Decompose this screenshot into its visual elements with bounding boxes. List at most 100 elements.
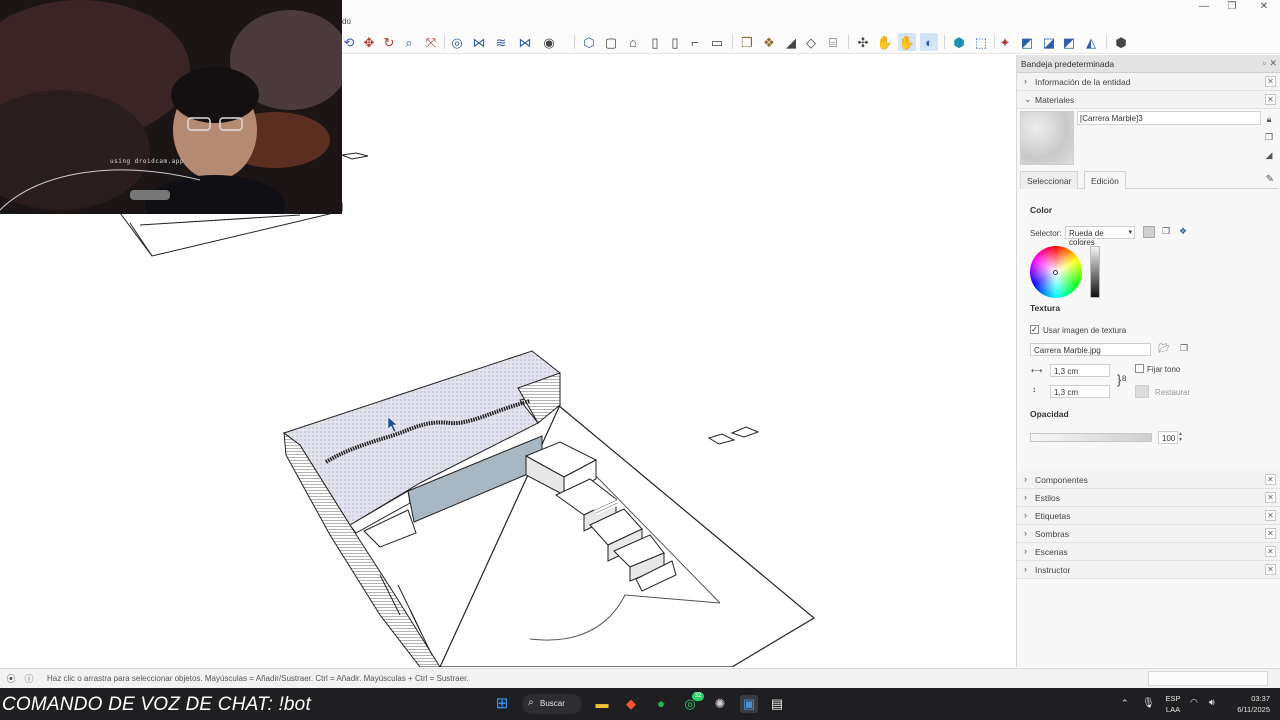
- close-tray-icon[interactable]: ✕: [1269, 58, 1277, 69]
- section-label: Instructor: [1035, 565, 1071, 575]
- close-panel-icon[interactable]: ✕: [1265, 76, 1276, 87]
- close-panel-icon[interactable]: ✕: [1265, 510, 1276, 521]
- folder-icon[interactable]: 📂︎: [1158, 343, 1170, 355]
- brave-browser-icon[interactable]: ◆: [622, 695, 640, 713]
- section-materials[interactable]: ⌄ Materiales ✕: [1017, 91, 1280, 109]
- fog-icon[interactable]: ◩: [1018, 33, 1036, 51]
- use-texture-checkbox[interactable]: ✓: [1030, 325, 1039, 334]
- close-panel-icon[interactable]: ✕: [1265, 474, 1276, 485]
- layout-icon[interactable]: ◇: [802, 33, 820, 51]
- dimensions-icon[interactable]: ◢: [782, 33, 800, 51]
- file-explorer-icon[interactable]: ▬: [593, 695, 611, 713]
- chatgpt-icon[interactable]: ✺: [711, 695, 729, 713]
- close-panel-icon[interactable]: ✕: [1265, 528, 1276, 539]
- tape-icon[interactable]: ❖: [760, 33, 778, 51]
- opacity-stepper[interactable]: ▴ ▾: [1179, 431, 1182, 443]
- views-front-icon[interactable]: ▢: [602, 33, 620, 51]
- section-shadows[interactable]: › Sombras ✕: [1017, 525, 1280, 543]
- layout-taskbar-icon[interactable]: ▤: [768, 695, 786, 713]
- outer-shell-icon[interactable]: ≋: [492, 33, 510, 51]
- sketchup-taskbar-icon[interactable]: ▣: [740, 695, 758, 713]
- texture-width-field[interactable]: 1,3 cm: [1050, 364, 1110, 377]
- clock-time[interactable]: 03:37: [1226, 694, 1270, 703]
- lock-icon[interactable]: 🔒︎: [1263, 114, 1275, 126]
- camera-icon[interactable]: ⋈: [516, 33, 534, 51]
- match-model-color-icon[interactable]: ❒: [1160, 226, 1172, 238]
- close-panel-icon[interactable]: ✕: [1265, 94, 1276, 105]
- language-top[interactable]: ESP: [1164, 694, 1182, 703]
- restore-button[interactable]: Restaurar: [1155, 388, 1190, 397]
- views-bottom-icon[interactable]: ⌐: [686, 33, 704, 51]
- section-entity-info[interactable]: › Información de la entidad ✕: [1017, 73, 1280, 91]
- info-icon[interactable]: ⓘ: [23, 672, 35, 684]
- close-panel-icon[interactable]: ✕: [1265, 546, 1276, 557]
- spotify-icon[interactable]: ●: [652, 695, 670, 713]
- select-icon[interactable]: ⟲: [340, 33, 358, 51]
- language-bottom[interactable]: LAA: [1164, 705, 1182, 714]
- match-screen-color-icon[interactable]: ❖: [1177, 226, 1189, 238]
- link-icon[interactable]: }⁸: [1117, 372, 1127, 387]
- shadow-icon[interactable]: ✦: [996, 33, 1014, 51]
- taskbar-search[interactable]: ⌕ Buscar: [522, 694, 582, 714]
- orbit-icon[interactable]: ⌸: [824, 33, 842, 51]
- clock-date[interactable]: 6/11/2025: [1226, 705, 1270, 714]
- views-back-icon[interactable]: ▯: [646, 33, 664, 51]
- create-material-icon[interactable]: ❒: [1263, 132, 1275, 144]
- views-top-icon[interactable]: ⬡: [580, 33, 598, 51]
- sample-paint-icon[interactable]: ◢: [1263, 150, 1275, 162]
- solid-tools-icon[interactable]: ⋈: [470, 33, 488, 51]
- microphone-icon[interactable]: 🎙︎: [1142, 698, 1155, 709]
- move-icon[interactable]: ✥: [360, 33, 378, 51]
- section-plane-icon[interactable]: ◎: [448, 33, 466, 51]
- chevron-up-icon[interactable]: ⌃: [1121, 698, 1129, 709]
- zoom-icon[interactable]: ⌕: [400, 33, 418, 51]
- current-color-swatch[interactable]: [1143, 226, 1155, 238]
- texture-file-field[interactable]: Carrera Marble.jpg: [1030, 343, 1151, 356]
- opacity-slider[interactable]: [1030, 433, 1152, 442]
- pencil-icon[interactable]: ✎: [1266, 174, 1274, 185]
- components-icon[interactable]: ▭: [708, 33, 726, 51]
- brightness-slider[interactable]: [1090, 246, 1100, 298]
- pan-icon[interactable]: ✣: [854, 33, 872, 51]
- pin-icon[interactable]: ▫: [1263, 58, 1266, 68]
- texture-height-field[interactable]: 1,3 cm: [1050, 385, 1110, 398]
- material-thumbnail[interactable]: [1020, 111, 1074, 165]
- edit-texture-icon[interactable]: ❒: [1178, 343, 1190, 355]
- close-panel-icon[interactable]: ✕: [1265, 564, 1276, 575]
- walk-icon[interactable]: ✋: [876, 33, 894, 51]
- measurements-box[interactable]: [1148, 671, 1268, 686]
- section-tags[interactable]: › Etiquetas ✕: [1017, 507, 1280, 525]
- opacity-field[interactable]: 100: [1158, 431, 1178, 444]
- section-instructor[interactable]: › Instructor ✕: [1017, 561, 1280, 579]
- styles-icon[interactable]: ⬢: [950, 33, 968, 51]
- close-panel-icon[interactable]: ✕: [1265, 492, 1276, 503]
- geolocation-icon[interactable]: ⦿: [5, 672, 17, 684]
- extension-warehouse-icon[interactable]: ◐: [920, 33, 938, 51]
- paint-icon[interactable]: ⬚: [972, 33, 990, 51]
- section-styles[interactable]: › Estilos ✕: [1017, 489, 1280, 507]
- sandbox-icon[interactable]: ❒: [738, 33, 756, 51]
- section-fill-icon[interactable]: ◩: [1060, 33, 1078, 51]
- look-around-icon[interactable]: ✋: [898, 33, 916, 51]
- color-wheel-marker[interactable]: [1053, 270, 1058, 275]
- settings-icon[interactable]: ⬢: [1112, 33, 1130, 51]
- zoom-extents-icon[interactable]: ⤧: [422, 33, 440, 51]
- views-right-icon[interactable]: ⌂: [624, 33, 642, 51]
- color-picker-select[interactable]: Rueda de colores ▾: [1065, 226, 1135, 247]
- wifi-icon[interactable]: ◠: [1190, 697, 1198, 708]
- start-icon[interactable]: ⊞: [493, 695, 511, 713]
- section-components[interactable]: › Componentes ✕: [1017, 471, 1280, 489]
- views-left-icon[interactable]: ▯: [666, 33, 684, 51]
- views-iso-icon[interactable]: ◉: [540, 33, 558, 51]
- section-scenes[interactable]: › Escenas ✕: [1017, 543, 1280, 561]
- tab-select[interactable]: Seleccionar: [1020, 171, 1079, 189]
- maximize-icon[interactable]: ❐: [1216, 0, 1248, 14]
- xray-icon[interactable]: ◪: [1040, 33, 1058, 51]
- fix-tone-checkbox[interactable]: [1135, 364, 1144, 373]
- ruby-console-icon[interactable]: ◭: [1082, 33, 1100, 51]
- tab-edit[interactable]: Edición: [1084, 171, 1126, 189]
- close-window-icon[interactable]: ✕: [1248, 0, 1280, 14]
- material-name-field[interactable]: [Carrera Marble]3: [1077, 111, 1261, 125]
- rotate-icon[interactable]: ↻: [380, 33, 398, 51]
- speaker-icon[interactable]: 🔊︎: [1209, 697, 1215, 708]
